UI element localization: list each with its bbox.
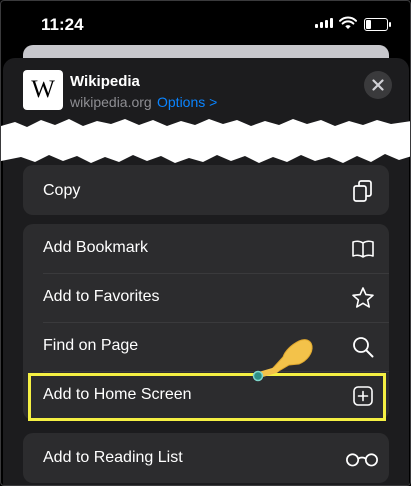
- wikipedia-logo-icon: W: [23, 70, 63, 110]
- wifi-icon: [339, 16, 357, 29]
- highlight-box: [28, 373, 386, 421]
- find-on-page-label: Find on Page: [43, 337, 139, 354]
- battery-icon: [364, 18, 391, 31]
- close-button[interactable]: [364, 71, 392, 99]
- site-url: wikipedia.org: [70, 94, 152, 110]
- pointing-hand-icon: [252, 339, 313, 382]
- share-sheet-header: W Wikipedia wikipedia.org Options >: [23, 70, 393, 116]
- site-title: Wikipedia: [70, 73, 140, 90]
- status-time: 11:24: [41, 15, 84, 34]
- add-to-reading-list-label: Add to Reading List: [43, 449, 183, 466]
- star-icon: [352, 287, 374, 308]
- status-bar: 11:24: [1, 1, 410, 45]
- copy-label: Copy: [43, 182, 81, 199]
- magnifier-icon: [353, 337, 374, 358]
- add-to-favorites-label: Add to Favorites: [43, 288, 160, 305]
- close-icon: [372, 79, 384, 91]
- reading-list-group: Add to Reading List: [23, 433, 389, 483]
- glasses-icon: [346, 453, 378, 467]
- find-on-page-action[interactable]: Find on Page: [23, 322, 389, 371]
- book-icon: [352, 240, 374, 258]
- options-button[interactable]: Options >: [157, 94, 217, 110]
- add-to-favorites-action[interactable]: Add to Favorites: [23, 273, 389, 322]
- torn-paper-divider: [1, 119, 410, 163]
- copy-icon: [353, 180, 372, 202]
- copy-group: Copy: [23, 165, 389, 215]
- copy-action[interactable]: Copy: [23, 165, 389, 215]
- phone-screen: 11:24 W Wikipedia wikipedia.org Options …: [0, 0, 411, 486]
- add-bookmark-action[interactable]: Add Bookmark: [23, 224, 389, 273]
- cellular-signal-icon: [315, 18, 333, 28]
- add-to-reading-list-action[interactable]: Add to Reading List: [23, 433, 389, 483]
- add-bookmark-label: Add Bookmark: [43, 239, 148, 256]
